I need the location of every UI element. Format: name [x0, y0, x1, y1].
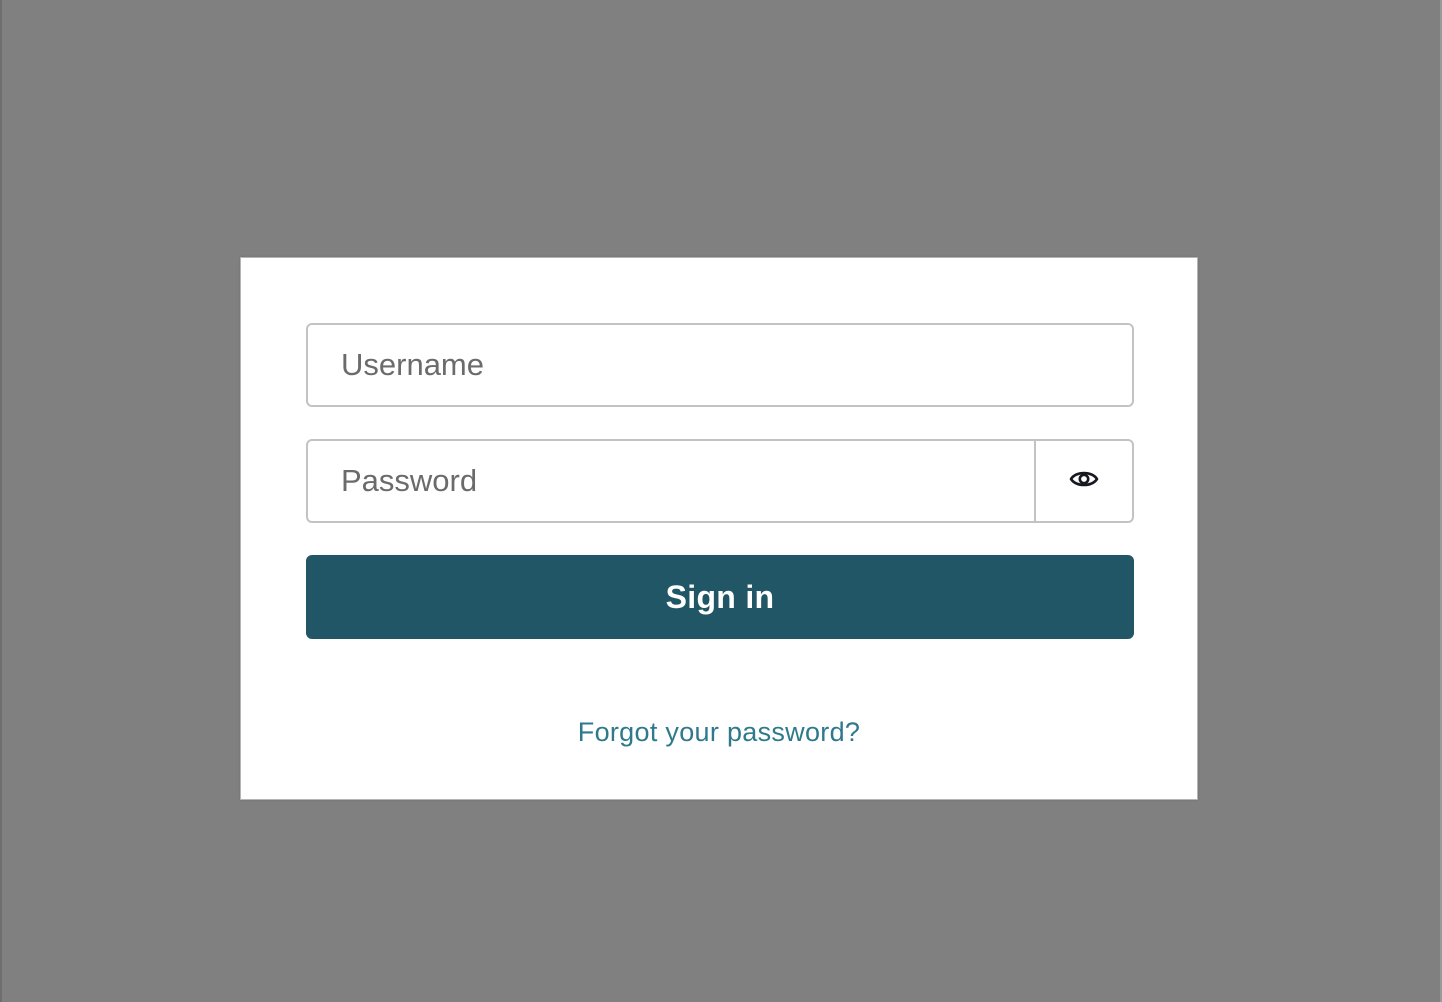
- forgot-password-link[interactable]: Forgot your password?: [241, 717, 1197, 748]
- sign-in-button[interactable]: Sign in: [306, 555, 1134, 639]
- login-card: Sign in Forgot your password?: [240, 257, 1198, 800]
- username-input[interactable]: [308, 325, 1132, 405]
- eye-icon: [1069, 468, 1099, 495]
- show-password-button[interactable]: [1034, 441, 1132, 521]
- password-field-wrapper: [306, 439, 1134, 523]
- password-input[interactable]: [308, 441, 1034, 521]
- username-field-wrapper: [306, 323, 1134, 407]
- window-left-edge: [0, 0, 2, 1002]
